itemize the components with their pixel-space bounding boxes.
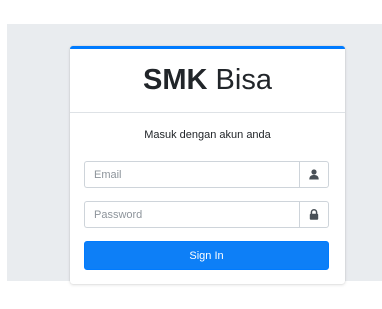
user-icon: [309, 169, 319, 180]
brand-title[interactable]: SMK Bisa: [143, 66, 272, 95]
login-card: SMK Bisa Masuk dengan akun anda Sign In: [70, 46, 345, 284]
email-input-group: [84, 161, 329, 188]
password-addon: [299, 201, 329, 228]
lock-icon: [309, 209, 319, 220]
password-input-group: [84, 201, 329, 228]
brand-bold: SMK: [143, 64, 208, 96]
password-field[interactable]: [84, 201, 299, 228]
brand-light: Bisa: [215, 64, 272, 96]
email-field[interactable]: [84, 161, 299, 188]
card-header: SMK Bisa: [70, 49, 345, 113]
login-subtitle: Masuk dengan akun anda: [144, 129, 271, 141]
email-addon: [299, 161, 329, 188]
sign-in-button[interactable]: Sign In: [84, 241, 329, 270]
